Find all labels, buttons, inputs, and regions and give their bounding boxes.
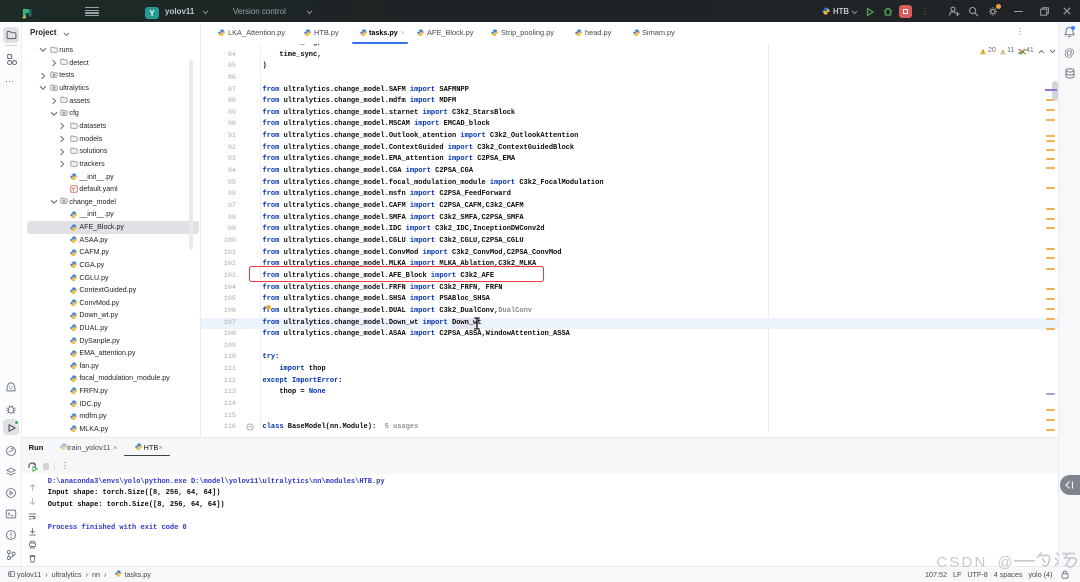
svg-text:CSDN: CSDN	[937, 554, 988, 571]
svg-text:@: @	[998, 554, 1013, 571]
